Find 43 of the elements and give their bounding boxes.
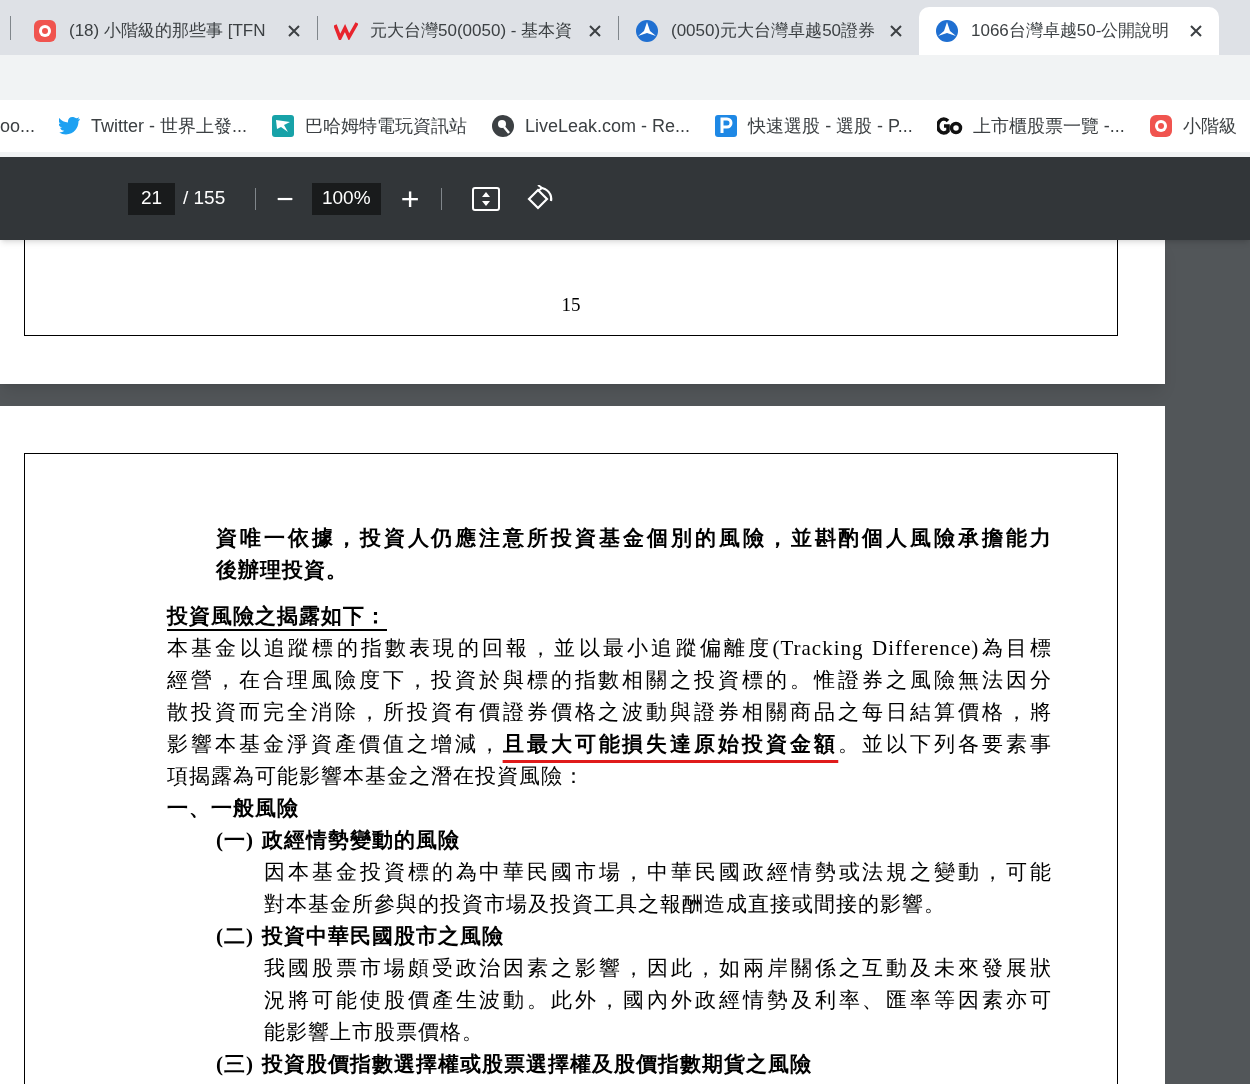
zoom-out-button[interactable]: − bbox=[276, 183, 294, 214]
fit-to-page-icon[interactable] bbox=[472, 186, 501, 211]
bookmark-item[interactable]: LiveLeak.com - Re... bbox=[491, 112, 691, 140]
p-logo-icon bbox=[714, 114, 739, 138]
close-icon[interactable] bbox=[287, 24, 301, 38]
subsection-heading: 投資中華民國股市之風險 bbox=[262, 923, 504, 950]
bookmark-item[interactable]: 快速選股 - 選股 - P... bbox=[714, 112, 913, 140]
close-icon[interactable] bbox=[1189, 24, 1203, 38]
w-logo-icon bbox=[334, 22, 358, 40]
list-marker: (一) bbox=[216, 827, 254, 854]
zoom-in-button[interactable]: + bbox=[400, 182, 420, 215]
bird-icon bbox=[59, 117, 82, 135]
page-number-field[interactable]: 21 bbox=[128, 182, 175, 215]
list-marker: (二) bbox=[216, 923, 254, 950]
paragraph: 資唯一依據，投資人仍應注意所投資基金個別的風險，並斟酌個人風險承擔能力 後辦理投資。 bbox=[216, 525, 1052, 584]
compass-logo-icon bbox=[935, 19, 959, 43]
bookmark-item[interactable]: 巴哈姆特電玩資訊站 bbox=[271, 112, 468, 140]
page-number: 15 bbox=[561, 292, 581, 317]
browser-tab[interactable]: 1066台灣卓越50-公開說明 bbox=[919, 7, 1219, 55]
paragraph: 我國股票市場頗受政治因素之影響，因此，如兩岸關係之互動及未來發展狀 況將可能使股價產生波動。此外，國內外政經情勢及利率、匯率等因素亦可 能影響上市股票價格。 bbox=[264, 955, 1052, 1046]
subsection-heading: 政經情勢變動的風險 bbox=[262, 827, 460, 854]
page-count: / 155 bbox=[183, 186, 226, 211]
paragraph: 本基金以追蹤標的指數表現的回報，並以最小追蹤偏離度(Tracking Difference)為目標 經營，在合理風險度下，投資於與標的指數相關之投資標的。惟證券之風險無法因分 散投資而完全消除，所投資有價證券價格之波動與證券相關商品之每日結算價格，將 影響本基金淨資產價值之增減，且最大可能損失達原始投資金額。並以下列各要素事 項揭露為可能影響本基金之潛在投資風險： bbox=[167, 635, 1052, 790]
browser-tab[interactable]: (18) 小階級的那些事 [TFN bbox=[17, 7, 317, 55]
bookmark-item[interactable]: 上市櫃股票一覽 -... bbox=[936, 112, 1125, 140]
bookmark-item[interactable]: Twitter - 世界上發... bbox=[59, 112, 248, 140]
app-logo-icon bbox=[1148, 114, 1173, 138]
browser-tab[interactable]: 元大台灣50(0050) - 基本資 bbox=[318, 7, 618, 55]
browser-tab[interactable]: (0050)元大台灣卓越50證券 bbox=[619, 7, 919, 55]
close-icon[interactable] bbox=[889, 24, 903, 38]
section-heading: 投資風險之揭露如下： bbox=[167, 603, 388, 630]
section-heading: 一、一般風險 bbox=[167, 795, 300, 822]
bookmark-item[interactable]: 小階級 bbox=[1148, 112, 1237, 140]
zoom-field[interactable]: 100% bbox=[311, 182, 381, 215]
close-icon[interactable] bbox=[588, 24, 602, 38]
bookmark-item[interactable]: oo... bbox=[0, 112, 36, 140]
app-logo-icon bbox=[33, 19, 57, 43]
list-marker: (三) bbox=[216, 1051, 254, 1078]
compass-logo-icon bbox=[635, 19, 659, 43]
dragon-logo-icon bbox=[271, 114, 296, 138]
subsection-heading: 投資股價指數選擇權或股票選擇權及股價指數期貨之風險 bbox=[262, 1051, 812, 1078]
go-logo-icon bbox=[936, 115, 963, 137]
paragraph: 因本基金投資標的為中華民國市場，中華民國政經情勢或法規之變動，可能 對本基金所參與的投資市場及投資工具之報酬造成直接或間接的影響。 bbox=[264, 859, 1052, 918]
